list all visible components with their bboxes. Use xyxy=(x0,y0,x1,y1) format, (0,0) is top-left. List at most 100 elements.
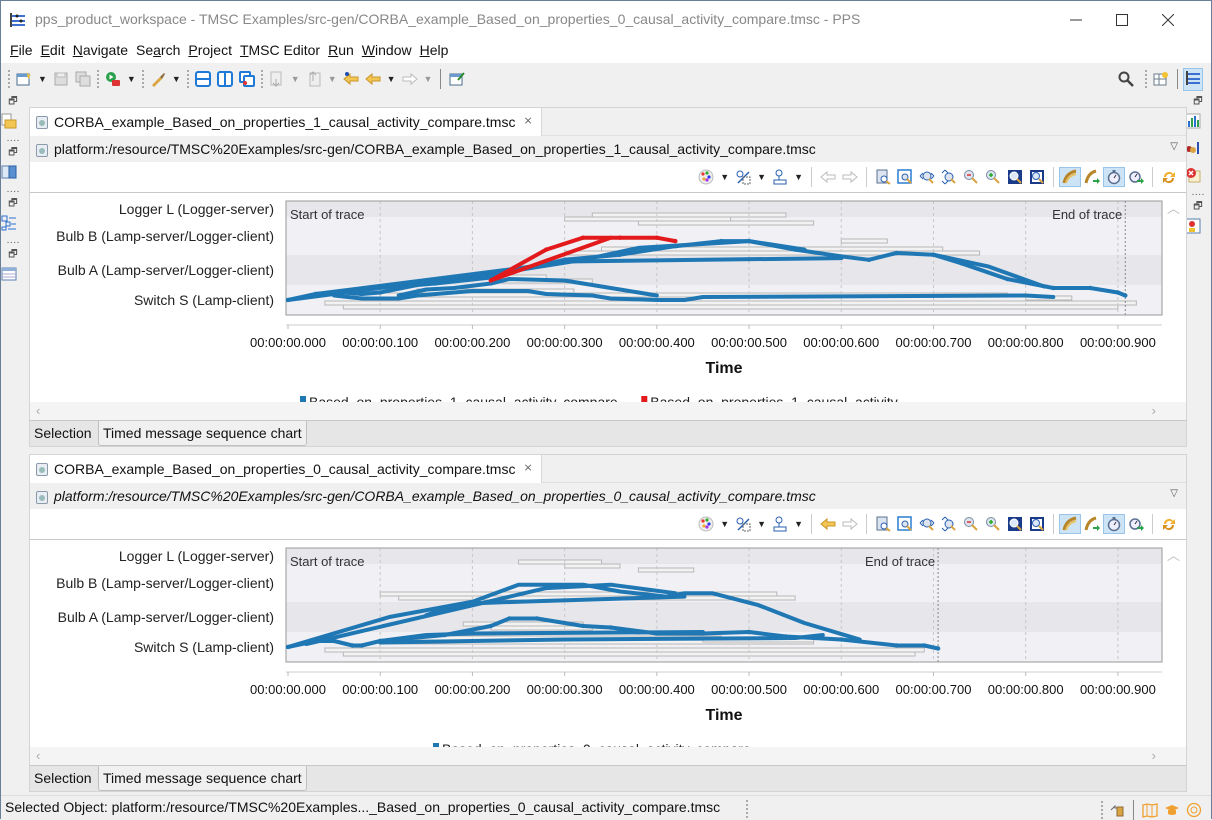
color-palette-icon[interactable] xyxy=(698,169,714,185)
restore-icon[interactable]: 🗗 xyxy=(1,199,25,211)
menu-window[interactable]: Window xyxy=(359,39,417,63)
scroll-right-icon[interactable]: › xyxy=(1152,748,1156,763)
new-wizard-icon[interactable] xyxy=(16,71,32,87)
zoom-horizontal-icon[interactable] xyxy=(919,516,935,532)
menu-tmsc-editor[interactable]: TMSC Editor xyxy=(237,39,325,63)
dependency-next-icon[interactable] xyxy=(1084,169,1100,185)
zoom-horizontal-icon[interactable] xyxy=(919,169,935,185)
next-annotation-icon[interactable] xyxy=(269,71,285,87)
minimize-button[interactable] xyxy=(1053,5,1099,35)
lifeline-filter-dropdown[interactable]: ▼ xyxy=(794,519,803,529)
bar-chart-icon[interactable] xyxy=(1185,113,1201,129)
scroll-left-icon[interactable]: ‹ xyxy=(36,748,40,763)
duplicate-editor-icon[interactable] xyxy=(238,71,255,87)
menu-project[interactable]: Project xyxy=(185,39,237,63)
menu-file[interactable]: File xyxy=(7,39,38,63)
dependency-filter-dropdown[interactable]: ▼ xyxy=(757,172,766,182)
view-menu-icon[interactable]: ▽ xyxy=(1170,141,1178,152)
new-dropdown[interactable]: ▼ xyxy=(38,74,47,84)
scroll-left-icon[interactable]: ‹ xyxy=(36,403,40,418)
dependency-next-icon[interactable] xyxy=(1084,516,1100,532)
close-tab-icon[interactable]: ⨯ xyxy=(523,114,532,127)
search-icon[interactable] xyxy=(1118,71,1134,87)
bottom-tab-timed-message-sequence-chart[interactable]: Timed message sequence chart xyxy=(98,766,307,791)
show-dependencies-toggle[interactable] xyxy=(1059,514,1081,534)
table-icon[interactable] xyxy=(1,266,17,282)
timing-toggle[interactable] xyxy=(1103,514,1125,534)
dependency-filter-icon[interactable] xyxy=(735,516,751,532)
zoom-box-icon[interactable] xyxy=(1007,516,1023,532)
color-palette-dropdown[interactable]: ▼ xyxy=(720,519,729,529)
forward-icon[interactable] xyxy=(842,516,858,532)
horizontal-scrollbar[interactable]: ‹ › xyxy=(30,402,1186,420)
color-palette-icon[interactable] xyxy=(698,516,714,532)
save-all-icon[interactable] xyxy=(75,71,91,87)
forward-dropdown[interactable]: ▼ xyxy=(424,74,433,84)
zoom-vertical-icon[interactable] xyxy=(941,516,957,532)
back-icon[interactable] xyxy=(364,71,381,87)
menu-navigate[interactable]: Navigate xyxy=(70,39,133,63)
bottom-tab-timed-message-sequence-chart[interactable]: Timed message sequence chart xyxy=(98,421,307,446)
color-palette-dropdown[interactable]: ▼ xyxy=(720,172,729,182)
error-log-icon[interactable] xyxy=(1185,167,1201,183)
zoom-selection-icon[interactable] xyxy=(897,169,913,185)
zoom-out-icon[interactable] xyxy=(963,516,979,532)
back-icon[interactable] xyxy=(820,169,836,185)
timing-next-icon[interactable] xyxy=(1128,516,1144,532)
run-icon[interactable] xyxy=(105,71,121,87)
forward-icon[interactable] xyxy=(402,71,418,87)
horizontal-scrollbar[interactable]: ‹ › xyxy=(30,747,1186,765)
forward-icon[interactable] xyxy=(842,169,858,185)
menu-search[interactable]: Search xyxy=(133,39,185,63)
menu-edit[interactable]: Edit xyxy=(38,39,70,63)
welcome-icon[interactable] xyxy=(1186,802,1202,818)
tools-dropdown[interactable]: ▼ xyxy=(172,74,181,84)
horizontal-split-icon[interactable] xyxy=(194,71,211,87)
notification-icon[interactable] xyxy=(1109,802,1125,818)
restore-icon[interactable]: 🗗 xyxy=(1185,97,1211,109)
scroll-right-icon[interactable]: › xyxy=(1152,403,1156,418)
editor-tab[interactable]: CORBA_example_Based_on_properties_1_caus… xyxy=(30,108,542,136)
run-dropdown[interactable]: ▼ xyxy=(127,74,136,84)
lifeline-filter-icon[interactable] xyxy=(772,516,788,532)
dependency-filter-icon[interactable] xyxy=(735,169,751,185)
editor-tab[interactable]: CORBA_example_Based_on_properties_0_caus… xyxy=(30,455,542,483)
zoom-selection-icon[interactable] xyxy=(897,516,913,532)
package-explorer-icon[interactable] xyxy=(1,113,17,129)
zoom-full-icon[interactable] xyxy=(1029,169,1045,185)
properties-icon[interactable] xyxy=(1185,218,1201,234)
zoom-full-icon[interactable] xyxy=(1029,516,1045,532)
timing-next-icon[interactable] xyxy=(1128,169,1144,185)
vertical-split-icon[interactable] xyxy=(216,71,233,87)
refresh-icon[interactable] xyxy=(1161,169,1177,185)
view-menu-icon[interactable]: ▽ xyxy=(1170,488,1178,499)
zoom-out-icon[interactable] xyxy=(963,169,979,185)
zoom-in-icon[interactable] xyxy=(985,169,1001,185)
menu-run[interactable]: Run xyxy=(325,39,359,63)
book-icon[interactable] xyxy=(1,164,17,180)
close-button[interactable] xyxy=(1145,5,1191,35)
dependency-filter-dropdown[interactable]: ▼ xyxy=(757,519,766,529)
maximize-button[interactable] xyxy=(1099,5,1145,35)
external-tools-icon[interactable] xyxy=(150,71,166,87)
zoom-fit-icon[interactable] xyxy=(875,516,891,532)
bottom-tab-selection[interactable]: Selection xyxy=(30,766,96,791)
save-icon[interactable] xyxy=(53,71,69,87)
gantt-icon[interactable] xyxy=(1185,140,1201,156)
next-annotation-dropdown[interactable]: ▼ xyxy=(291,74,300,84)
lifeline-filter-dropdown[interactable]: ▼ xyxy=(794,172,803,182)
restore-icon[interactable]: 🗗 xyxy=(1,250,25,262)
zoom-vertical-icon[interactable] xyxy=(941,169,957,185)
restore-icon[interactable]: 🗗 xyxy=(1,148,25,160)
scroll-up-icon[interactable]: ︿ xyxy=(1167,198,1180,217)
close-tab-icon[interactable]: ⨯ xyxy=(523,461,532,474)
last-edit-location-icon[interactable] xyxy=(342,71,359,87)
pps-perspective-button[interactable] xyxy=(1183,67,1203,91)
timing-toggle[interactable] xyxy=(1103,167,1125,187)
show-dependencies-toggle[interactable] xyxy=(1059,167,1081,187)
open-perspective-icon[interactable] xyxy=(1153,71,1169,87)
breadcrumb-path[interactable]: platform:/resource/TMSC%20Examples/src-g… xyxy=(54,488,816,504)
scroll-up-icon[interactable]: ︿ xyxy=(1167,545,1180,564)
menu-help[interactable]: Help xyxy=(417,39,454,63)
zoom-fit-icon[interactable] xyxy=(875,169,891,185)
